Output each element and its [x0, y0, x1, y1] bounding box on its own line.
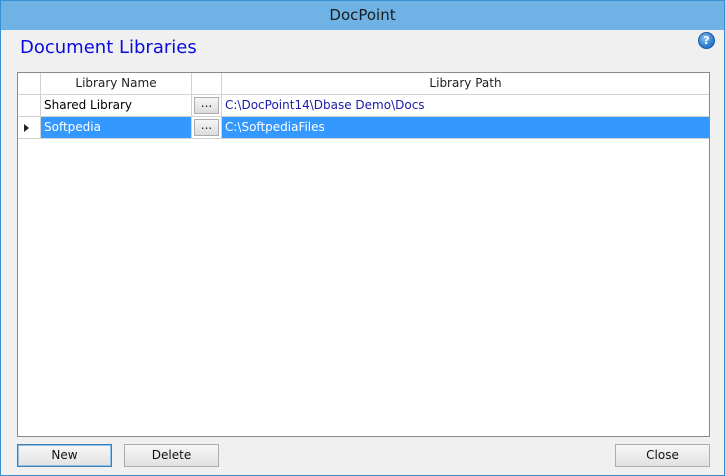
close-button[interactable]: Close — [615, 444, 710, 467]
grid-header: Library Name Library Path — [18, 73, 709, 95]
library-path-cell[interactable]: C:\DocPoint14\Dbase Demo\Docs — [222, 95, 709, 116]
browse-cell: ... — [192, 95, 222, 116]
column-header-browse — [192, 73, 222, 94]
table-row[interactable]: Softpedia ... C:\SoftpediaFiles — [18, 117, 709, 139]
row-header-cell[interactable] — [18, 95, 41, 116]
column-header-library-name[interactable]: Library Name — [41, 73, 192, 94]
window-title: DocPoint — [1, 1, 724, 30]
dialog-window: DocPoint Document Libraries ? Library Na… — [0, 0, 725, 476]
table-row[interactable]: Shared Library ... C:\DocPoint14\Dbase D… — [18, 95, 709, 117]
browse-button[interactable]: ... — [194, 97, 219, 114]
browse-button[interactable]: ... — [194, 119, 219, 136]
library-name-cell[interactable]: Shared Library — [41, 95, 192, 116]
browse-cell: ... — [192, 117, 222, 138]
help-icon[interactable]: ? — [698, 32, 715, 49]
row-header-column — [18, 73, 41, 94]
page-title: Document Libraries — [20, 37, 197, 58]
current-row-arrow-icon — [24, 124, 29, 132]
new-button[interactable]: New — [17, 444, 112, 467]
library-name-cell[interactable]: Softpedia — [41, 117, 192, 138]
delete-button[interactable]: Delete — [124, 444, 219, 467]
library-path-cell[interactable]: C:\SoftpediaFiles — [222, 117, 709, 138]
row-header-cell[interactable] — [18, 117, 41, 138]
column-header-library-path[interactable]: Library Path — [222, 73, 709, 94]
libraries-grid: Library Name Library Path Shared Library… — [17, 72, 710, 437]
